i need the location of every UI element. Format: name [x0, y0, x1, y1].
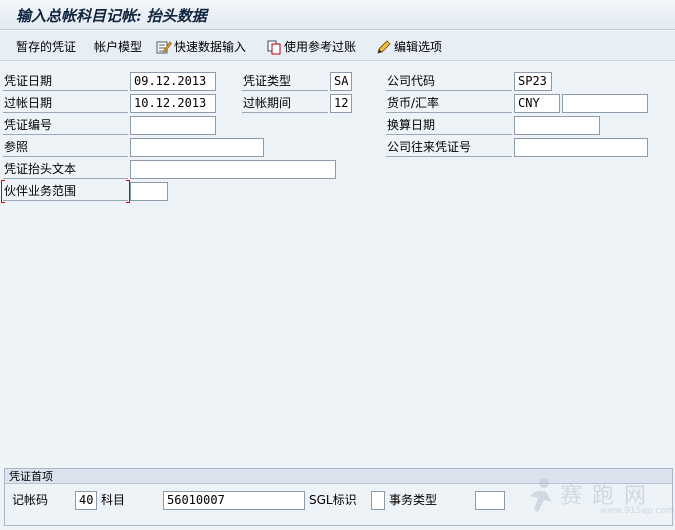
first-line-item-group: 凭证首项 记帐码 40 科目 56010007 SGL标识 事务类型	[4, 468, 673, 526]
special-gl-indicator-label: SGL标识	[309, 493, 357, 507]
fast-data-entry-button[interactable]: 快速数据输入	[156, 39, 246, 55]
title-bar: 输入总帐科目记帐: 抬头数据	[0, 0, 675, 30]
document-date-label: 凭证日期	[3, 72, 128, 91]
reference-field[interactable]	[130, 138, 264, 157]
company-code-field[interactable]: SP23	[514, 72, 552, 91]
post-with-reference-label: 使用参考过账	[284, 40, 357, 54]
window-title: 输入总帐科目记帐: 抬头数据	[16, 7, 207, 25]
first-line-item-title: 凭证首项	[5, 469, 672, 484]
currency-rate-label: 货币/汇率	[386, 94, 512, 113]
header-text-field[interactable]	[130, 160, 336, 179]
currency-field[interactable]: CNY	[514, 94, 560, 113]
document-number-field[interactable]	[130, 116, 216, 135]
reference-label: 参照	[3, 138, 128, 157]
posting-period-label: 过帐期间	[242, 94, 328, 113]
partner-business-area-label: 伙伴业务范围	[3, 182, 128, 201]
header-text-label: 凭证抬头文本	[3, 160, 128, 179]
document-type-field[interactable]: SA	[330, 72, 352, 91]
copy-document-icon	[267, 40, 281, 55]
transaction-type-label: 事务类型	[389, 493, 438, 507]
hold-document-button[interactable]: 暂存的凭证	[16, 39, 76, 55]
pencil-icon	[377, 40, 391, 54]
fast-data-entry-label: 快速数据输入	[174, 40, 247, 54]
company-code-label: 公司代码	[386, 72, 512, 91]
posting-key-label: 记帐码	[12, 493, 49, 507]
hold-document-label: 暂存的凭证	[16, 40, 77, 54]
edit-list-icon	[156, 41, 172, 54]
posting-key-field[interactable]: 40	[75, 491, 97, 510]
account-field[interactable]: 56010007	[163, 491, 305, 510]
document-type-label: 凭证类型	[242, 72, 328, 91]
intercompany-number-field[interactable]	[514, 138, 648, 157]
posting-period-field[interactable]: 12	[330, 94, 352, 113]
document-date-field[interactable]: 09.12.2013	[130, 72, 216, 91]
document-number-label: 凭证编号	[3, 116, 128, 135]
editing-options-label: 编辑选项	[394, 40, 443, 54]
intercompany-number-label: 公司往来凭证号	[386, 138, 512, 157]
account-label: 科目	[101, 493, 126, 507]
application-toolbar: 暂存的凭证 帐户模型 快速数据输入 使用参考过账 编辑选项	[0, 31, 675, 61]
posting-date-field[interactable]: 10.12.2013	[130, 94, 216, 113]
post-with-reference-button[interactable]: 使用参考过账	[266, 39, 356, 55]
partner-business-area-field[interactable]	[130, 182, 168, 201]
account-model-button[interactable]: 帐户模型	[94, 39, 142, 55]
posting-date-label: 过帐日期	[3, 94, 128, 113]
special-gl-indicator-field[interactable]	[371, 491, 385, 510]
translation-date-label: 换算日期	[386, 116, 512, 135]
editing-options-button[interactable]: 编辑选项	[376, 39, 442, 55]
account-model-label: 帐户模型	[94, 40, 143, 54]
transaction-type-field[interactable]	[475, 491, 505, 510]
exchange-rate-field[interactable]	[562, 94, 648, 113]
translation-date-field[interactable]	[514, 116, 600, 135]
focus-bracket-left	[1, 180, 5, 203]
